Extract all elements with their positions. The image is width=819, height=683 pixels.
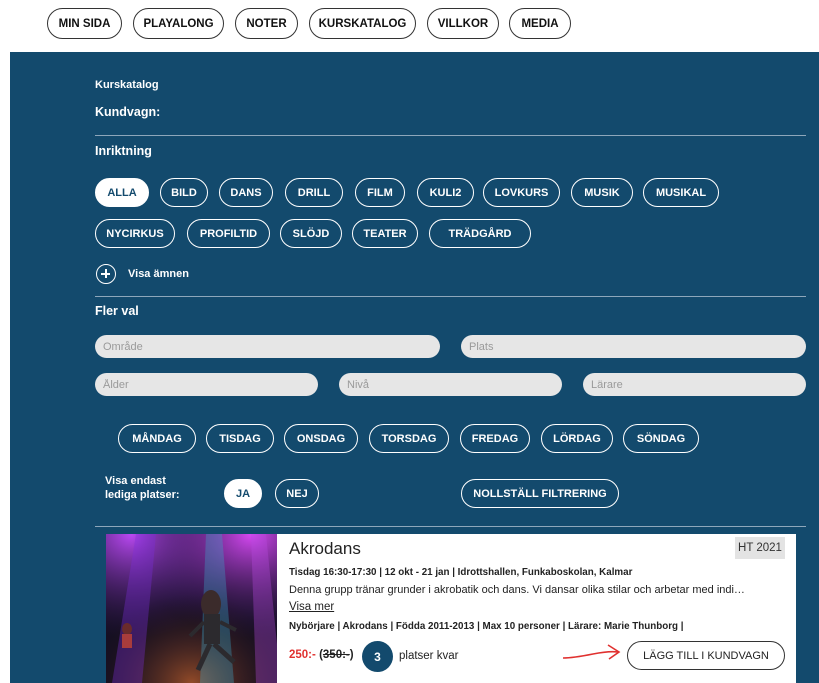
- vacant-yes-toggle[interactable]: JA: [224, 479, 262, 508]
- catalog-title: Kurskatalog: [95, 79, 159, 91]
- subject-tradgard[interactable]: TRÄDGÅRD: [429, 219, 531, 248]
- term-badge: HT 2021: [735, 537, 785, 559]
- spots-left-label: platser kvar: [399, 650, 459, 662]
- divider: [95, 135, 806, 136]
- nav-media[interactable]: MEDIA: [509, 8, 571, 39]
- reset-filter-button[interactable]: NOLLSTÄLL FILTRERING: [461, 479, 619, 508]
- old-price: (350:-): [319, 649, 354, 661]
- nav-kurskatalog[interactable]: KURSKATALOG: [309, 8, 416, 39]
- more-options-heading: Fler val: [95, 304, 139, 318]
- weekday-mandag[interactable]: MÅNDAG: [118, 424, 196, 453]
- subject-lovkurs[interactable]: LOVKURS: [483, 178, 560, 207]
- course-catalog-panel: Kurskatalog Kundvagn: Inriktning ALLA BI…: [10, 52, 819, 683]
- nav-min-sida[interactable]: MIN SIDA: [47, 8, 122, 39]
- subject-alla[interactable]: ALLA: [95, 178, 149, 207]
- vacant-label-line1: Visa endast: [105, 475, 166, 487]
- vacant-label-line2: lediga platser:: [105, 489, 180, 501]
- vacant-no-toggle[interactable]: NEJ: [275, 479, 319, 508]
- subject-dans[interactable]: DANS: [219, 178, 273, 207]
- subject-bild[interactable]: BILD: [160, 178, 208, 207]
- course-meta: Nybörjare | Akrodans | Födda 2011-2013 |…: [289, 621, 684, 632]
- subject-film[interactable]: FILM: [355, 178, 405, 207]
- arrow-annotation-icon: [562, 644, 621, 660]
- subject-kuli2[interactable]: KULI2: [417, 178, 474, 207]
- level-input[interactable]: [339, 373, 562, 396]
- divider: [95, 526, 806, 527]
- course-image: [106, 534, 277, 683]
- weekday-onsdag[interactable]: ONSDAG: [284, 424, 358, 453]
- plus-icon[interactable]: [96, 264, 116, 284]
- area-input[interactable]: [95, 335, 440, 358]
- course-schedule: Tisdag 16:30-17:30 | 12 okt - 21 jan | I…: [289, 567, 633, 578]
- course-price: 250:- (350:-): [289, 649, 354, 661]
- subject-profiltid[interactable]: PROFILTID: [187, 219, 270, 248]
- course-description: Denna grupp tränar grunder i akrobatik o…: [289, 584, 745, 596]
- divider: [95, 296, 806, 297]
- subject-musikal[interactable]: MUSIKAL: [643, 178, 719, 207]
- nav-villkor[interactable]: VILLKOR: [427, 8, 499, 39]
- spots-left-badge: 3: [362, 641, 393, 672]
- subject-drill[interactable]: DRILL: [285, 178, 343, 207]
- weekday-fredag[interactable]: FREDAG: [460, 424, 530, 453]
- teacher-input[interactable]: [583, 373, 806, 396]
- add-to-cart-button[interactable]: LÄGG TILL I KUNDVAGN: [627, 641, 785, 670]
- course-title: Akrodans: [289, 539, 361, 558]
- orientation-heading: Inriktning: [95, 144, 152, 158]
- course-card: Akrodans HT 2021 Tisdag 16:30-17:30 | 12…: [106, 534, 796, 683]
- nav-playalong[interactable]: PLAYALONG: [133, 8, 224, 39]
- current-price: 250:-: [289, 649, 316, 661]
- subject-teater[interactable]: TEATER: [352, 219, 418, 248]
- weekday-torsdag[interactable]: TORSDAG: [369, 424, 449, 453]
- weekday-tisdag[interactable]: TISDAG: [206, 424, 274, 453]
- subject-nycirkus[interactable]: NYCIRKUS: [95, 219, 175, 248]
- show-subjects-link[interactable]: Visa ämnen: [128, 268, 189, 280]
- cart-label[interactable]: Kundvagn:: [95, 105, 160, 119]
- place-input[interactable]: [461, 335, 806, 358]
- age-input[interactable]: [95, 373, 318, 396]
- weekday-lordag[interactable]: LÖRDAG: [541, 424, 613, 453]
- subject-slojd[interactable]: SLÖJD: [280, 219, 342, 248]
- nav-noter[interactable]: NOTER: [235, 8, 298, 39]
- subject-musik[interactable]: MUSIK: [571, 178, 633, 207]
- weekday-sondag[interactable]: SÖNDAG: [623, 424, 699, 453]
- dance-stage-image: [106, 534, 277, 683]
- read-more-link[interactable]: Visa mer: [289, 601, 334, 613]
